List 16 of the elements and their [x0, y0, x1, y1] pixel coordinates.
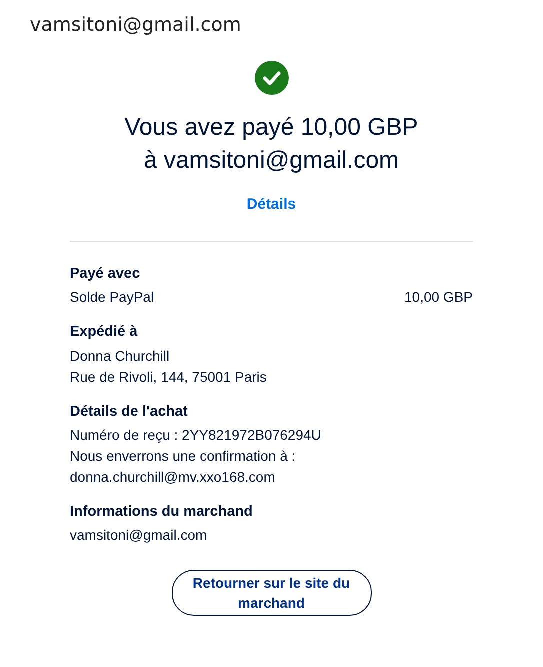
details-link[interactable]: Détails: [246, 196, 296, 213]
amount-text: 10,00 GBP: [404, 288, 473, 308]
section-heading: Expédié à: [70, 324, 139, 342]
detail-text: Nous enverrons une confirmation à : donna.churchill@mv.xxo168.com: [70, 446, 297, 487]
detail-text: Solde PayPal: [70, 288, 154, 308]
detail-text: Numéro de reçu : 2YY821972B076294U: [70, 426, 322, 445]
headline: Vous avez payé 10,00 GBP: [124, 112, 420, 143]
account-email: vamsitoni@gmail.com: [29, 13, 242, 37]
detail-text: Donna Churchill: [70, 346, 171, 366]
detail-text: vamsitoni@gmail.com: [70, 526, 208, 546]
section-heading: Détails de l'achat: [70, 404, 189, 421]
detail-text: Rue de Rivoli, 144, 75001 Paris: [70, 368, 268, 387]
return-to-merchant-button[interactable]: Retourner sur le site du marchand: [172, 570, 372, 616]
section-heading: Informations du marchand: [70, 504, 254, 522]
headline: à vamsitoni@gmail.com: [142, 146, 400, 176]
section-heading: Payé avec: [70, 266, 142, 284]
